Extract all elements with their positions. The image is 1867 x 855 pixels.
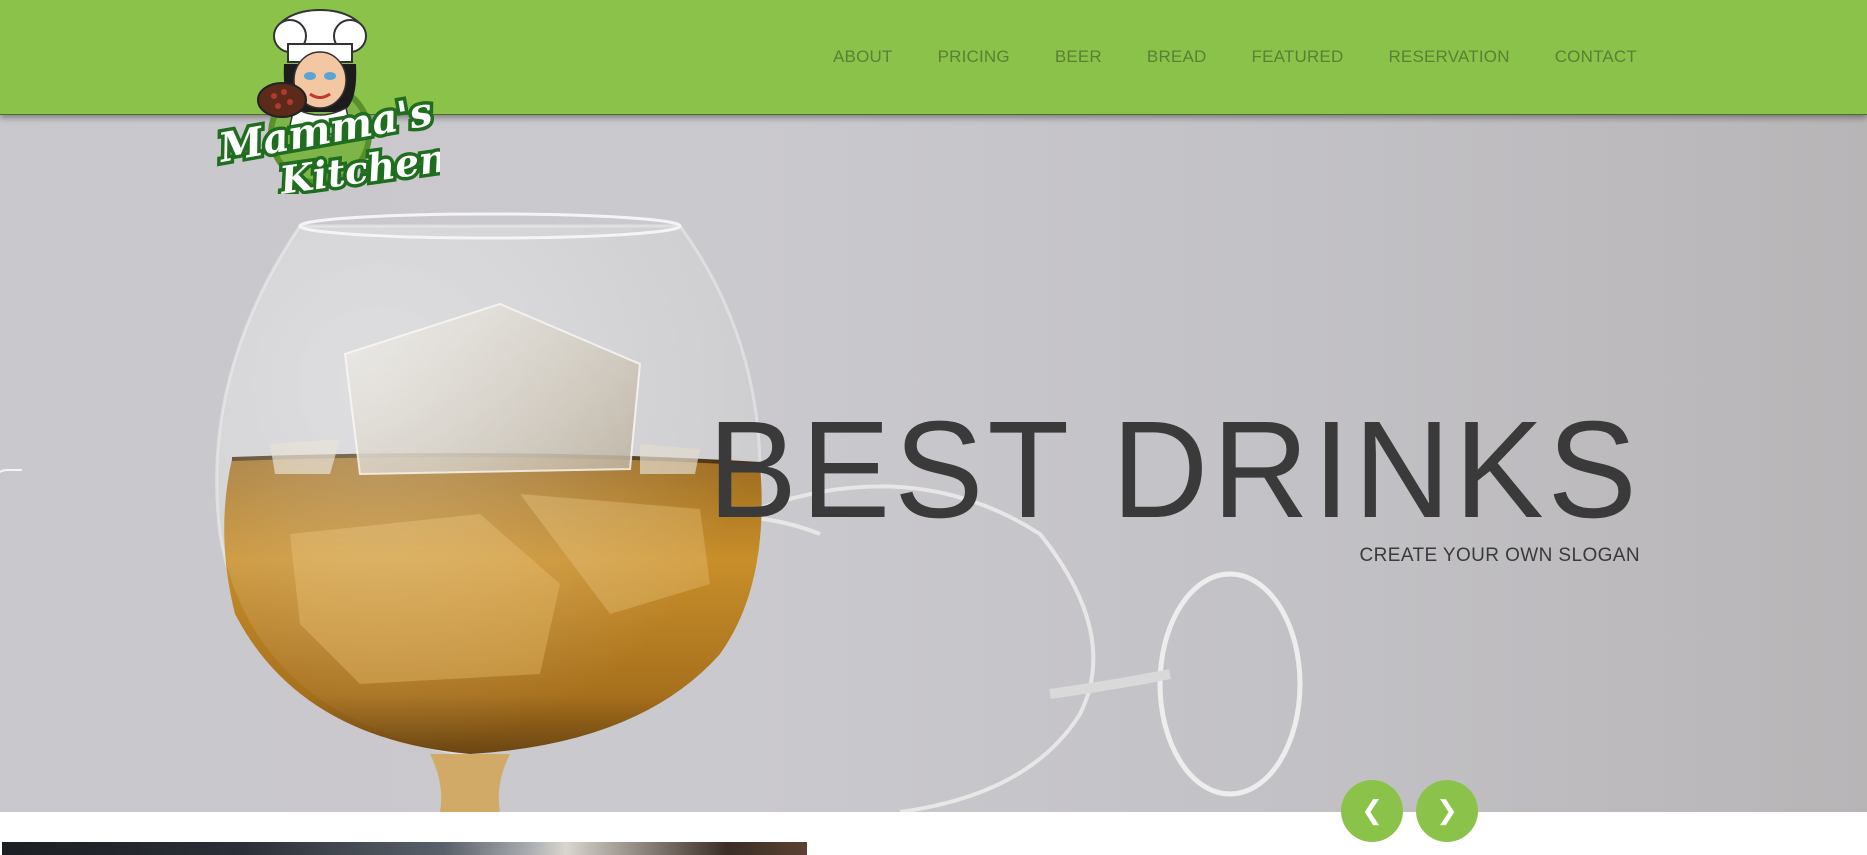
nav-item-about[interactable]: ABOUT: [833, 47, 893, 67]
chevron-right-icon: ❯: [1436, 796, 1458, 826]
hero-title: BEST DRINKS: [708, 393, 1641, 547]
nav-item-featured[interactable]: FEATURED: [1251, 47, 1343, 67]
main-nav: ABOUT PRICING BEER BREAD FEATURED RESERV…: [788, 0, 1637, 114]
hero-slider: BEST DRINKS CREATE YOUR OWN SLOGAN: [0, 114, 1867, 812]
nav-item-contact[interactable]: CONTACT: [1555, 47, 1637, 67]
edge-decoration: [0, 469, 22, 499]
nav-item-reservation[interactable]: RESERVATION: [1388, 47, 1509, 67]
chevron-left-icon: ❮: [1361, 796, 1383, 826]
slider-next-button[interactable]: ❯: [1416, 780, 1478, 842]
nav-item-beer[interactable]: BEER: [1055, 47, 1102, 67]
section-preview-image: [2, 842, 807, 855]
chef-logo-icon: Mamma's Kitchen: [210, 9, 453, 206]
brand-logo[interactable]: Mamma's Kitchen: [210, 4, 453, 206]
nav-item-pricing[interactable]: PRICING: [938, 47, 1010, 67]
nav-item-bread[interactable]: BREAD: [1147, 47, 1207, 67]
hero-slogan: CREATE YOUR OWN SLOGAN: [1359, 545, 1640, 566]
slider-prev-button[interactable]: ❮: [1341, 780, 1403, 842]
